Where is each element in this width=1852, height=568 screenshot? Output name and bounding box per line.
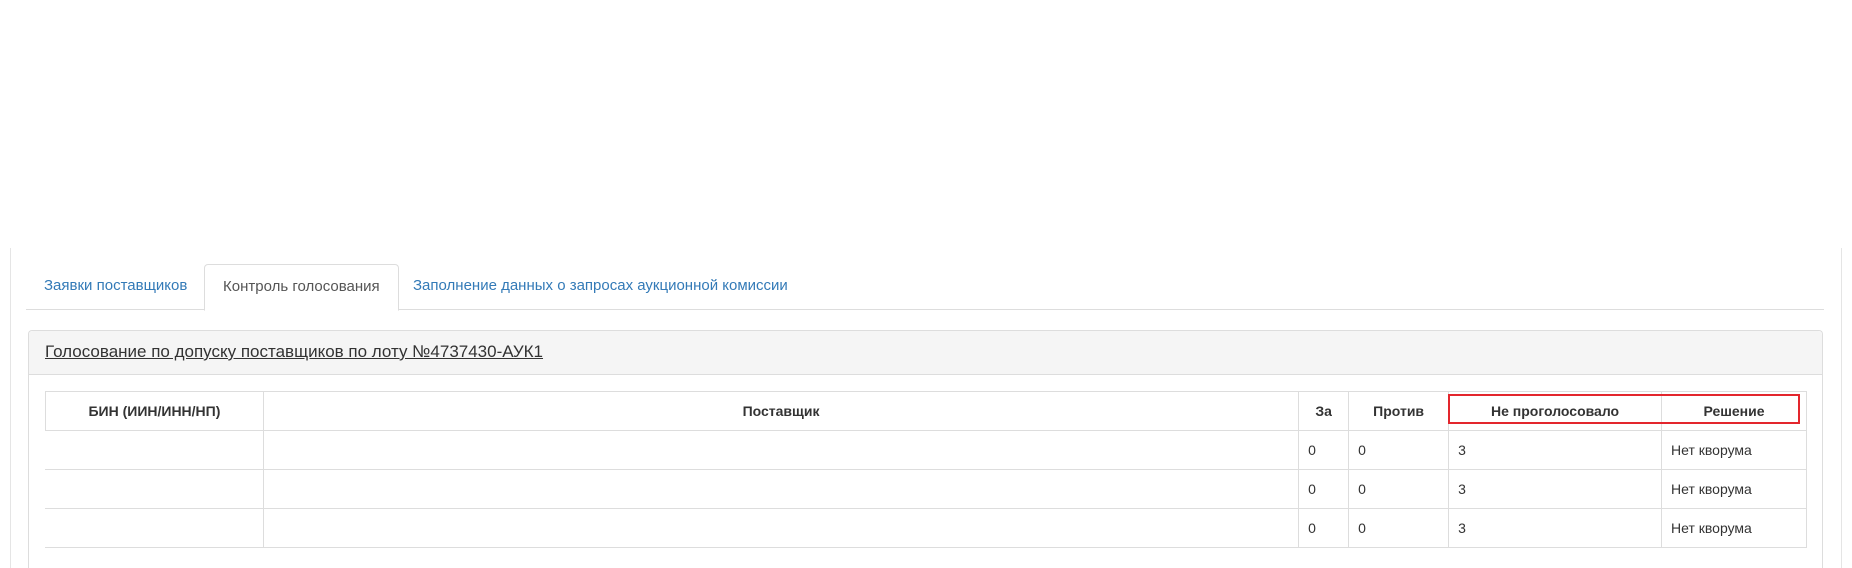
table-row: 0 0 3 Нет кворума — [45, 430, 1807, 470]
table-row: 0 0 3 Нет кворума — [45, 469, 1807, 509]
voting-panel-heading: Голосование по допуску поставщиков по ло… — [29, 331, 1822, 375]
cell-against: 0 — [1348, 469, 1450, 509]
cell-for: 0 — [1298, 430, 1350, 470]
cell-supplier — [262, 508, 1300, 548]
column-header-for: За — [1298, 391, 1350, 431]
column-header-bin: БИН (ИИН/ИНН/НП) — [45, 391, 264, 431]
column-header-supplier: Поставщик — [262, 391, 1300, 431]
tab-voting-control[interactable]: Контроль голосования — [204, 264, 399, 311]
cell-decision: Нет кворума — [1661, 469, 1807, 509]
cell-supplier — [262, 430, 1300, 470]
voting-table: БИН (ИИН/ИНН/НП) Поставщик За Против Не … — [45, 391, 1807, 548]
table-header-row: БИН (ИИН/ИНН/НП) Поставщик За Против Не … — [45, 391, 1807, 431]
voting-title-link[interactable]: Голосование по допуску поставщиков по ло… — [45, 342, 543, 361]
column-header-decision: Решение — [1661, 391, 1807, 431]
cell-not-voted: 3 — [1448, 430, 1663, 470]
page: Заявки поставщиков Контроль голосования … — [0, 0, 1852, 568]
cell-decision: Нет кворума — [1661, 430, 1807, 470]
cell-supplier — [262, 469, 1300, 509]
tab-commission-requests[interactable]: Заполнение данных о запросах аукционной … — [395, 264, 806, 310]
cell-for: 0 — [1298, 469, 1350, 509]
tab-bar: Заявки поставщиков Контроль голосования … — [26, 264, 1824, 311]
cell-not-voted: 3 — [1448, 508, 1663, 548]
tab-supplier-applications[interactable]: Заявки поставщиков — [26, 264, 205, 310]
cell-for: 0 — [1298, 508, 1350, 548]
cell-against: 0 — [1348, 508, 1450, 548]
cell-bin — [45, 469, 264, 509]
column-header-against: Против — [1348, 391, 1450, 431]
voting-panel: Голосование по допуску поставщиков по ло… — [28, 330, 1823, 568]
column-header-not-voted: Не проголосовало — [1448, 391, 1663, 431]
cell-decision: Нет кворума — [1661, 508, 1807, 548]
table-row: 0 0 3 Нет кворума — [45, 508, 1807, 548]
cell-against: 0 — [1348, 430, 1450, 470]
cell-bin — [45, 430, 264, 470]
cell-not-voted: 3 — [1448, 469, 1663, 509]
cell-bin — [45, 508, 264, 548]
